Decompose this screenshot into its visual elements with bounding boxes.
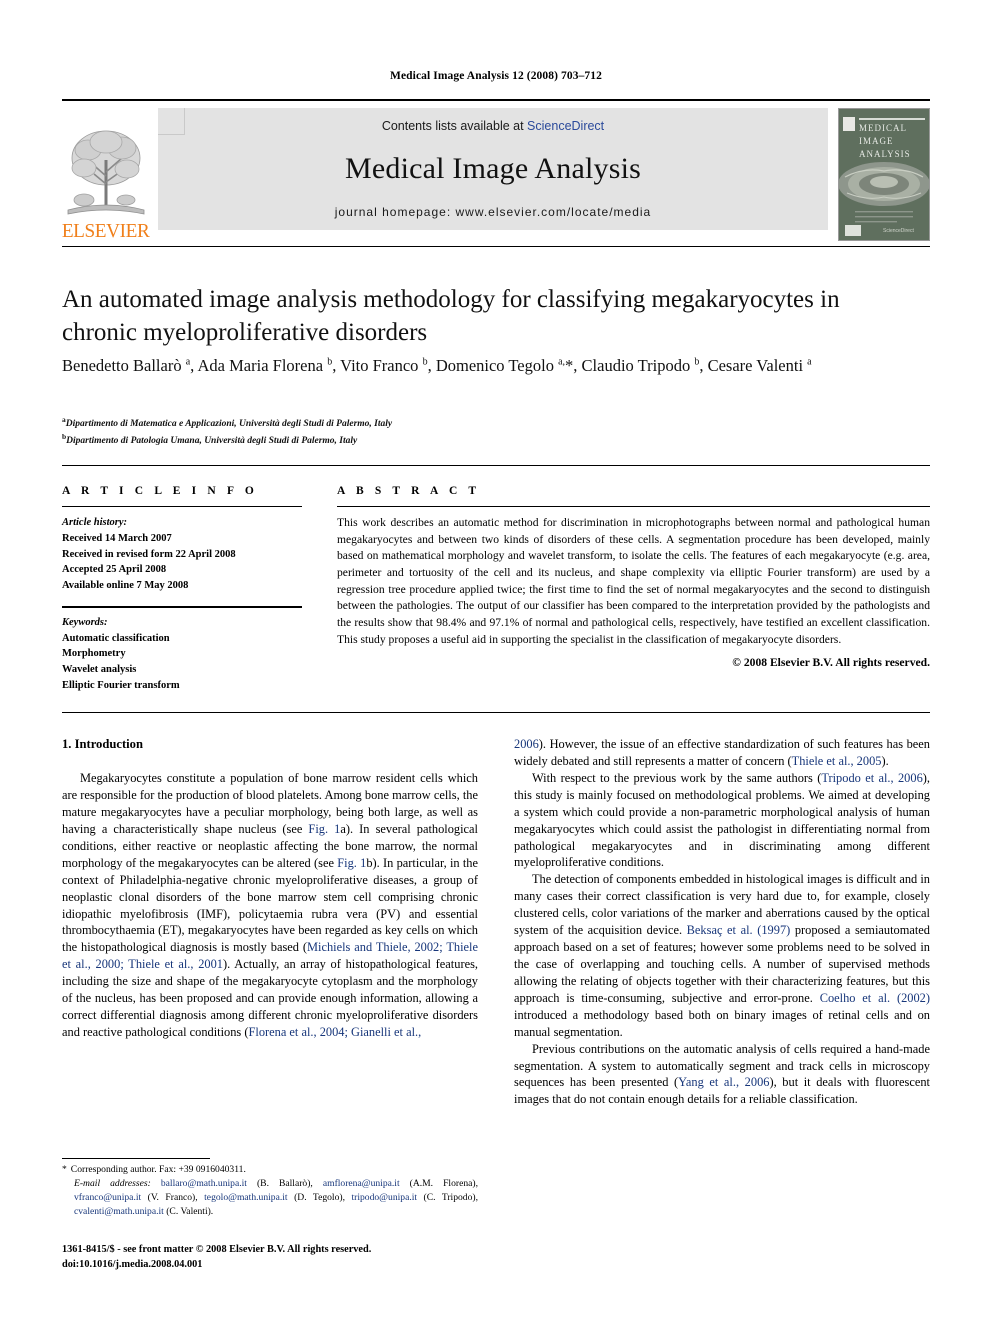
keywords-list: Automatic classification Morphometry Wavel… [62, 631, 302, 694]
abstract-text: This work describes an automatic method … [337, 516, 930, 646]
journal-banner: Contents lists available at ScienceDirec… [158, 108, 828, 230]
citation-link[interactable]: 2006 [514, 737, 539, 751]
email-link[interactable]: vfranco@unipa.it [74, 1192, 141, 1203]
keywords-block: Keywords: Automatic classification Morpho… [62, 605, 302, 694]
citation-link[interactable]: Beksaç et al. (1997) [687, 923, 791, 937]
article-history-item: Accepted 25 April 2008 [62, 564, 167, 576]
article-info-rule [62, 506, 302, 507]
issn-copyright-block: 1361-8415/$ - see front matter © 2008 El… [62, 1243, 532, 1273]
keywords-label: Keywords: [62, 616, 108, 628]
keyword-item: Wavelet analysis [62, 664, 137, 675]
citation-link[interactable]: Fig. 1 [337, 856, 366, 870]
doi-line: doi:10.1016/j.media.2008.04.001 [62, 1258, 203, 1270]
svg-text:ScienceDirect: ScienceDirect [883, 228, 914, 234]
body-divider [62, 712, 930, 713]
article-info-heading: A R T I C L E I N F O [62, 485, 258, 497]
banner-corner-mark [158, 108, 185, 135]
journal-title: Medical Image Analysis [345, 152, 641, 185]
author-list: Benedetto Ballarò a, Ada Maria Florena b… [62, 356, 812, 375]
email-owner: (C. Valenti). [163, 1206, 214, 1218]
cover-artwork: MEDICAL IMAGE ANALYSIS ScienceDirect [839, 109, 929, 240]
email-owner: (B. Ballarò), [246, 1178, 323, 1190]
keyword-item: Automatic classification [62, 632, 170, 644]
citation-link[interactable]: Yang et al., 2006 [678, 1075, 769, 1089]
citation-link[interactable]: Thiele et al., 2005 [792, 754, 882, 768]
elsevier-tree-icon [67, 130, 145, 215]
asterisk-icon: * [62, 1164, 67, 1175]
email-link[interactable]: ballaro@math.unipa.it [161, 1178, 247, 1189]
email-addresses-note: E-mail addresses: ballaro@math.unipa.it … [62, 1177, 478, 1219]
sciencedirect-link[interactable]: ScienceDirect [527, 119, 604, 133]
body-column-left: 1. Introduction Megakaryocytes constitut… [62, 736, 478, 1041]
left-column-paragraphs: Megakaryocytes constitute a population o… [62, 770, 478, 1041]
keywords-rule [62, 605, 302, 608]
citation-link[interactable]: Michiels and Thiele, 2002; Thiele et al.… [62, 940, 478, 971]
citation-link[interactable]: Coelho et al. (2002) [820, 991, 930, 1005]
svg-text:ANALYSIS: ANALYSIS [859, 149, 911, 159]
paper-page: Medical Image Analysis 12 (2008) 703–712 [0, 0, 992, 1323]
footnote-block: * Corresponding author. Fax: +39 09160403… [62, 1163, 478, 1219]
abstract-copyright: © 2008 Elsevier B.V. All rights reserved… [732, 655, 930, 669]
email-link[interactable]: cvalenti@math.unipa.it [74, 1206, 164, 1217]
contents-prefix: Contents lists available at [381, 119, 528, 133]
elsevier-wordmark: ELSEVIER [62, 220, 150, 242]
body-paragraph: 2006). However, the issue of an effectiv… [514, 737, 930, 768]
email-owner: (D. Tegolo), [287, 1192, 352, 1204]
title-divider [62, 246, 930, 247]
article-history-item: Available online 7 May 2008 [62, 580, 189, 591]
issn-line: 1361-8415/$ - see front matter © 2008 El… [62, 1244, 372, 1255]
svg-text:MEDICAL: MEDICAL [859, 123, 907, 133]
page-title: An automated image analysis methodology … [62, 286, 840, 346]
corresponding-author-note: * Corresponding author. Fax: +39 09160403… [62, 1163, 478, 1177]
article-history-item: Received in revised form 22 April 2008 [62, 548, 236, 560]
article-history-label: Article history: [62, 517, 128, 528]
right-column-paragraphs: 2006). However, the issue of an effectiv… [514, 736, 930, 1108]
keyword-item: Morphometry [62, 648, 126, 660]
affiliation-item: aDipartimento di Matematica e Applicazio… [62, 415, 393, 430]
email-link[interactable]: amflorena@unipa.it [323, 1178, 400, 1189]
article-info-block: A R T I C L E I N F O Article history: R… [62, 485, 302, 694]
email-link[interactable]: tripodo@unipa.it [351, 1192, 417, 1203]
email-addresses-label: E-mail addresses: [74, 1178, 161, 1190]
footnote-divider [62, 1158, 210, 1159]
body-paragraph: With respect to the previous work by the… [514, 770, 930, 870]
body-paragraph: The detection of components embedded in … [514, 872, 930, 1039]
info-divider [62, 465, 930, 466]
body-paragraph: Previous contributions on the automatic … [514, 1041, 930, 1107]
section-heading-introduction: 1. Introduction [62, 737, 143, 751]
corresponding-author-text: Corresponding author. Fax: +39 091604031… [70, 1164, 246, 1175]
article-history-list: Received 14 March 2007 Received in revise… [62, 531, 302, 594]
body-paragraph: Megakaryocytes constitute a population o… [62, 771, 479, 1040]
svg-text:IMAGE: IMAGE [859, 136, 894, 146]
elsevier-logo: ELSEVIER [62, 108, 150, 241]
body-column-right: 2006). However, the issue of an effectiv… [514, 736, 930, 1108]
email-link[interactable]: tegolo@math.unipa.it [204, 1192, 287, 1203]
contents-available-line: Contents lists available at ScienceDirec… [382, 119, 604, 133]
keyword-item: Elliptic Fourier transform [62, 679, 180, 691]
email-owner: (V. Franco), [141, 1192, 205, 1204]
email-owner: (A.M. Florena), [399, 1178, 478, 1190]
abstract-block: A B S T R A C T This work describes an a… [337, 485, 930, 669]
journal-masthead: ELSEVIER Contents lists available at Sci… [62, 99, 930, 241]
journal-cover-thumbnail: MEDICAL IMAGE ANALYSIS ScienceDirect [838, 108, 930, 241]
affiliation-list: aDipartimento di Matematica e Applicazio… [62, 415, 762, 448]
citation-link[interactable]: Florena et al., 2004; Gianelli et al., [248, 1025, 421, 1039]
abstract-heading: A B S T R A C T [337, 485, 481, 497]
abstract-rule [337, 506, 930, 507]
citation-link[interactable]: Tripodo et al., 2006 [821, 771, 922, 785]
affiliation-item: bDipartimento di Patologia Umana, Univer… [62, 431, 358, 446]
running-head: Medical Image Analysis 12 (2008) 703–712 [390, 70, 602, 82]
article-history-item: Received 14 March 2007 [62, 532, 172, 544]
email-owner: (C. Tripodo), [417, 1192, 478, 1204]
citation-link[interactable]: Fig. 1 [308, 822, 340, 836]
journal-homepage[interactable]: journal homepage: www.elsevier.com/locat… [335, 205, 651, 219]
